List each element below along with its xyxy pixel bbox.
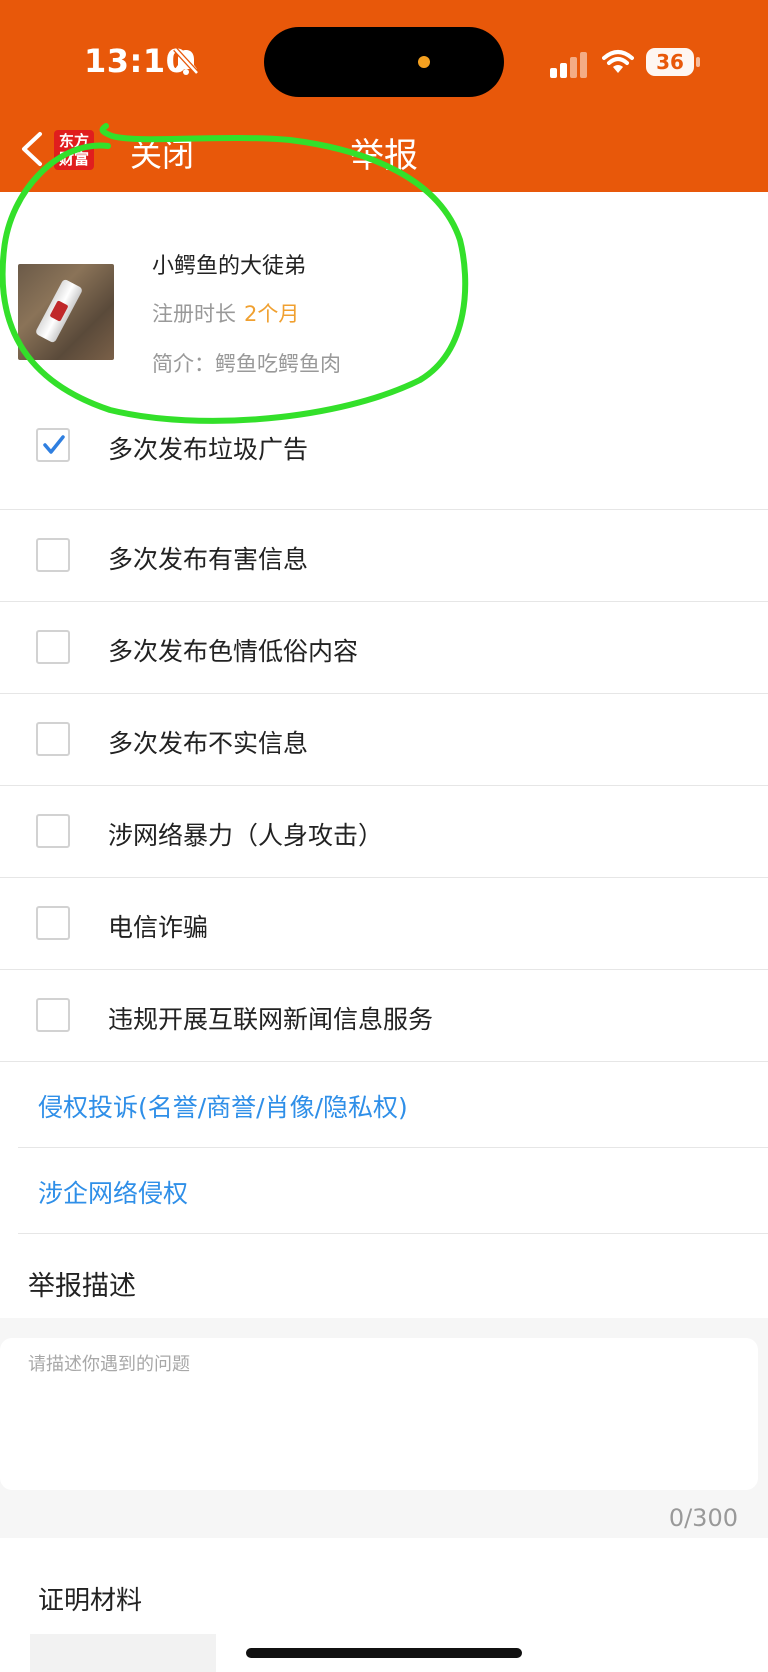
checkbox[interactable] — [36, 538, 70, 572]
checkbox-checked[interactable] — [36, 428, 70, 462]
reason-option[interactable]: 多次发布不实信息 — [0, 694, 768, 786]
user-bio: 简介：鳄鱼吃鳄鱼肉 — [152, 352, 341, 376]
reason-label: 电信诈骗 — [108, 913, 209, 942]
battery-icon: 36 — [646, 48, 700, 76]
reason-option[interactable]: 违规开展互联网新闻信息服务 — [0, 970, 768, 1062]
reason-option[interactable]: 多次发布有害信息 — [0, 510, 768, 602]
user-nickname: 小鳄鱼的大徒弟 — [152, 254, 307, 279]
reason-label: 多次发布色情低俗内容 — [108, 637, 359, 666]
checkbox[interactable] — [36, 906, 70, 940]
reason-option[interactable]: 多次发布垃圾广告 — [0, 420, 768, 510]
infringement-complaint-link[interactable]: 侵权投诉(名誉/商誉/肖像/隐私权) — [18, 1062, 768, 1148]
reported-user-card: 小鳄鱼的大徒弟 注册时长 2个月 简介：鳄鱼吃鳄鱼肉 — [0, 192, 768, 442]
bell-muted-icon — [173, 47, 199, 75]
description-input[interactable] — [0, 1338, 758, 1490]
registration-label: 注册时长 — [152, 302, 236, 326]
reason-label: 违规开展互联网新闻信息服务 — [108, 1005, 434, 1034]
checkbox[interactable] — [36, 814, 70, 848]
dynamic-island — [264, 27, 504, 97]
reason-option[interactable]: 多次发布色情低俗内容 — [0, 602, 768, 694]
checkbox[interactable] — [36, 998, 70, 1032]
link-label: 侵权投诉(名誉/商誉/肖像/隐私权) — [38, 1093, 408, 1122]
home-indicator[interactable] — [246, 1648, 522, 1658]
checkmark-icon — [43, 435, 65, 454]
avatar — [18, 264, 114, 360]
wifi-icon — [602, 50, 634, 73]
reason-label: 多次发布不实信息 — [108, 729, 309, 758]
reason-label: 多次发布垃圾广告 — [108, 435, 309, 464]
registration-duration: 注册时长 2个月 — [152, 298, 299, 328]
reason-label: 多次发布有害信息 — [108, 545, 309, 574]
checkbox[interactable] — [36, 630, 70, 664]
signal-icon — [550, 52, 587, 78]
camera-indicator-icon — [418, 56, 430, 68]
report-reason-list: 多次发布垃圾广告 多次发布有害信息 多次发布色情低俗内容 多次发布不实信息 涉网… — [0, 420, 768, 1234]
registration-value: 2个月 — [244, 302, 300, 326]
proof-title: 证明材料 — [38, 1586, 143, 1616]
enterprise-infringement-link[interactable]: 涉企网络侵权 — [18, 1148, 768, 1234]
reason-option[interactable]: 涉网络暴力（人身攻击） — [0, 786, 768, 878]
checkbox[interactable] — [36, 722, 70, 756]
upload-button[interactable] — [30, 1634, 216, 1672]
reason-option[interactable]: 电信诈骗 — [0, 878, 768, 970]
app-header: 13:10 36 东方 财富 关闭 举报 — [0, 0, 768, 192]
link-label: 涉企网络侵权 — [38, 1179, 189, 1208]
reason-label: 涉网络暴力（人身攻击） — [108, 821, 384, 850]
character-counter: 0/300 — [668, 1504, 738, 1532]
battery-level: 36 — [656, 50, 684, 74]
description-title: 举报描述 — [28, 1271, 136, 1302]
page-title: 举报 — [350, 136, 418, 176]
